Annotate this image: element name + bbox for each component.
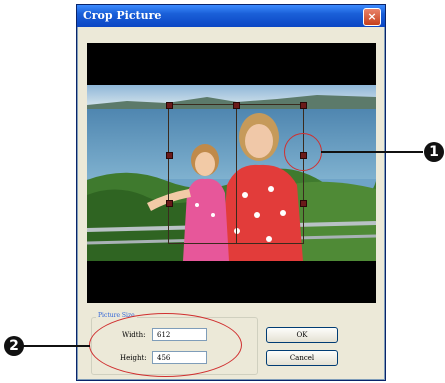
crop-handle-bottom-right[interactable] bbox=[300, 200, 307, 207]
crop-handle-left[interactable] bbox=[166, 152, 173, 159]
cancel-button[interactable]: Cancel bbox=[266, 350, 338, 366]
photo-image bbox=[87, 85, 376, 261]
callout-circle-picture-size bbox=[89, 313, 242, 377]
callout-badge-1: 1 bbox=[424, 142, 444, 162]
crop-handle-bottom-left[interactable] bbox=[166, 200, 173, 207]
dialog-title: Crop Picture bbox=[83, 9, 162, 22]
crop-guide-line bbox=[236, 105, 237, 243]
callout-badge-2: 2 bbox=[4, 336, 24, 356]
close-button[interactable]: × bbox=[363, 8, 381, 26]
callout-line-2 bbox=[22, 345, 90, 347]
crop-handle-top-left[interactable] bbox=[166, 102, 173, 109]
title-bar[interactable]: Crop Picture × bbox=[77, 5, 385, 27]
ok-button[interactable]: OK bbox=[266, 327, 338, 343]
crop-handle-top[interactable] bbox=[233, 102, 240, 109]
picture-preview bbox=[87, 43, 376, 303]
callout-circle-crop-handle bbox=[284, 133, 322, 171]
crop-selection-box[interactable] bbox=[166, 102, 307, 244]
callout-line-1 bbox=[321, 151, 423, 153]
crop-handle-top-right[interactable] bbox=[300, 102, 307, 109]
